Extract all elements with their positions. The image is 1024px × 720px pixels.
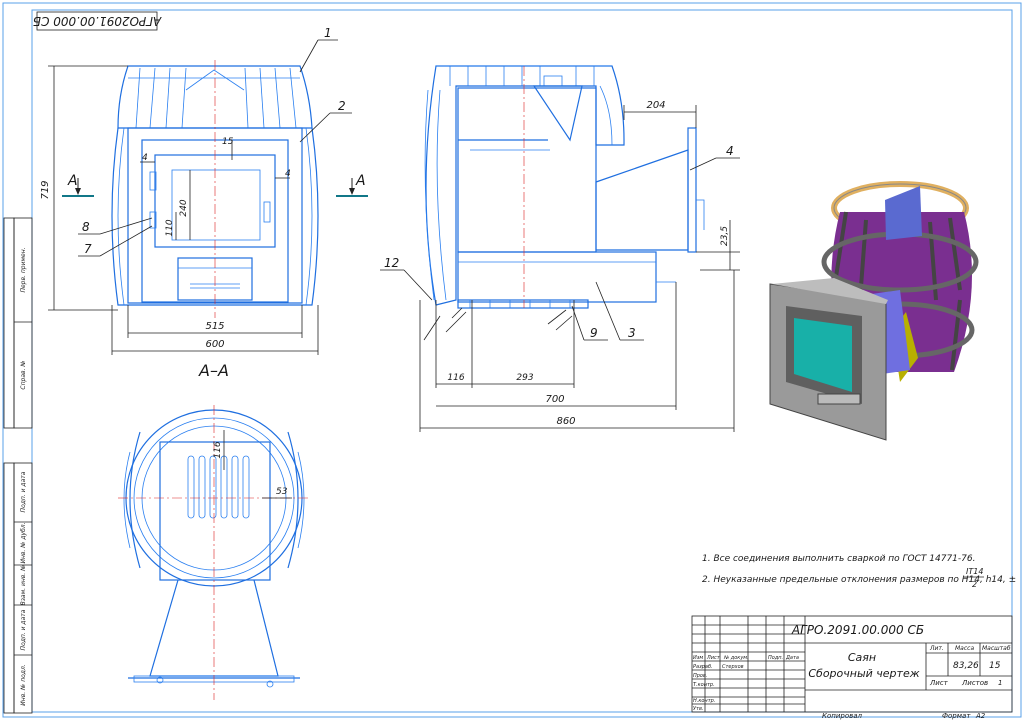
note-fraction-bottom: 2 (972, 580, 977, 589)
rotated-doc-code-text: АГРО2091.00.000 СБ (33, 14, 162, 28)
strip-label-2: Подп. и дата (20, 471, 27, 512)
dim-700: 700 (545, 394, 564, 405)
copied-label: Копировал (822, 712, 863, 720)
tb-razrab-name: Стерхов (722, 664, 744, 670)
dim-4b: 4 (285, 169, 291, 179)
mass-value: 83,26 (953, 661, 979, 671)
strip-label-6: Инв. № подл. (20, 664, 27, 705)
format-label: Формат (942, 712, 971, 720)
callout-1: 1 (324, 26, 332, 40)
tb-ndokum: № докум. (723, 655, 749, 661)
dim-600: 600 (205, 339, 224, 350)
tb-prov: Пров. (693, 673, 708, 679)
callout-8: 8 (82, 220, 90, 234)
iso-view (769, 181, 979, 441)
strip-label-1: Справ. № (20, 360, 27, 389)
tb-sheets-count: 1 (998, 679, 1002, 687)
dim-116-section: 116 (213, 441, 223, 458)
strip-label-3: Инв. № дубл. (20, 522, 27, 563)
note-fraction-top: IT14 (966, 567, 983, 576)
tb-podp: Подп. (768, 655, 783, 661)
tb-razrab: Разраб. (693, 664, 713, 670)
dim-15: 15 (222, 137, 234, 147)
strip-label-0: Перв. примен. (20, 247, 27, 292)
dim-110: 110 (165, 219, 175, 236)
title-block: АГРО.2091.00.000 СБ Саян Сборочный черте… (691, 615, 1013, 713)
dim-116: 116 (447, 373, 464, 383)
dim-204: 204 (646, 100, 665, 111)
section-letter-left: А (67, 173, 78, 189)
dim-240: 240 (179, 199, 189, 216)
tb-masshtab: Масштаб (982, 645, 1011, 652)
section-view: 116 53 (118, 405, 310, 700)
dim-4a: 4 (142, 153, 148, 163)
format-value: А2 (975, 712, 986, 720)
note-1: 1. Все соединения выполнить сваркой по Г… (702, 554, 975, 564)
tb-izm: Изм (693, 655, 703, 661)
dim-719: 719 (40, 180, 51, 199)
tb-tkontr: Т.контр. (693, 682, 715, 688)
doc-type: Сборочный чертеж (808, 667, 919, 680)
tb-list: Лист (706, 655, 721, 661)
dim-515: 515 (205, 321, 224, 332)
tb-utv: Утв. (693, 706, 704, 712)
dim-23-5: 23,5 (720, 226, 730, 246)
note-2: 2. Неуказанные предельные отклонения раз… (702, 575, 1016, 585)
dim-53: 53 (276, 487, 288, 497)
strip-label-4: Взам. инв. № (20, 565, 27, 606)
tb-data: Дата (785, 655, 799, 661)
dim-860: 860 (556, 416, 575, 427)
dim-293: 293 (516, 373, 533, 383)
callout-12: 9 (590, 326, 598, 340)
side-view: 204 23,5 116 293 700 860 4 12 3 9 (380, 65, 740, 432)
product-name: Саян (848, 651, 876, 664)
strip-label-5: Подп. и дата (20, 609, 27, 650)
tb-sheet: Лист (929, 679, 949, 687)
title-doc-code: АГРО.2091.00.000 СБ (791, 623, 924, 637)
section-letter-right: А (355, 173, 366, 189)
section-label: А–А (198, 361, 229, 380)
drawing-sheet: АГРО2091.00.000 СБ Перв. примен. Справ. … (2, 2, 1022, 720)
callout-2: 2 (338, 99, 346, 113)
front-view: А А 719 515 600 15 4 4 240 110 1 2 8 7 А… (40, 26, 368, 380)
tb-nkontr: Н.контр. (693, 698, 715, 704)
callout-3: 3 (628, 326, 636, 340)
callout-7: 7 (84, 242, 92, 256)
tb-lit: Лит. (929, 645, 944, 652)
callout-4: 4 (726, 144, 734, 158)
scale-value: 15 (989, 661, 1001, 671)
rotated-doc-code: АГРО2091.00.000 СБ (33, 11, 162, 31)
side-strip: Перв. примен. Справ. № Подп. и дата Инв.… (3, 217, 33, 714)
tb-massa: Масса (955, 645, 974, 652)
callout-9: 12 (384, 256, 399, 270)
tb-sheets: Листов (961, 679, 988, 687)
